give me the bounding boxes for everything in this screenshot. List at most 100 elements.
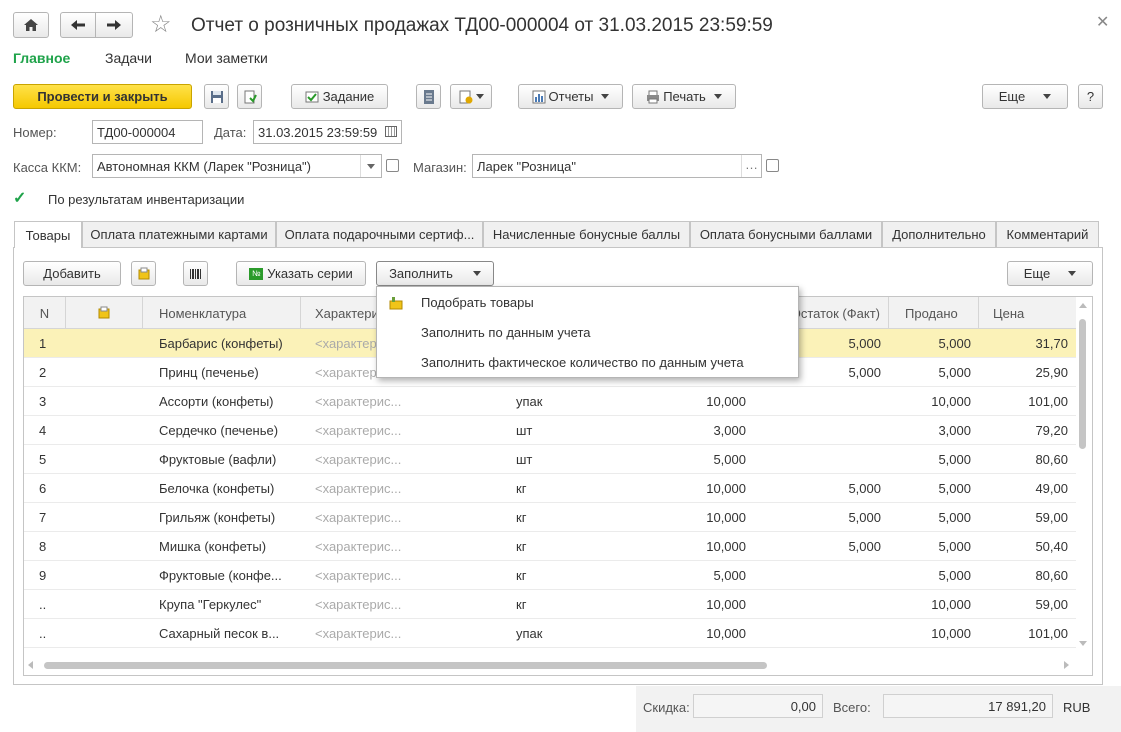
cell-unit[interactable]: кг [496,474,596,503]
cell-sold[interactable]: 5,000 [889,358,979,387]
cell-icon[interactable] [66,474,143,503]
back-button[interactable] [60,12,96,38]
cell-sold[interactable]: 10,000 [889,590,979,619]
cell-price[interactable]: 80,60 [979,561,1076,590]
number-field[interactable]: ТД00-000004 [92,120,203,144]
cell-n[interactable]: 1 [24,329,66,358]
cash-register-field[interactable]: Автономная ККМ (Ларек "Розница") [92,154,382,178]
table-row[interactable]: 7 Грильяж (конфеты) <характерис... кг 10,000… [24,503,1076,532]
more-actions-button[interactable]: Еще [982,84,1068,109]
menu-item-fill-from-accounting[interactable]: Заполнить по данным учета [377,318,798,347]
forward-button[interactable] [95,12,133,38]
tab-bonus-accrued[interactable]: Начисленные бонусные баллы [483,221,690,247]
cell-unit[interactable]: кг [496,532,596,561]
cell-sold[interactable]: 10,000 [889,619,979,648]
cell-icon[interactable] [66,503,143,532]
add-button[interactable]: Добавить [23,261,121,286]
cell-sold[interactable]: 3,000 [889,416,979,445]
cell-unit[interactable]: упак [496,619,596,648]
table-row[interactable]: 3 Ассорти (конфеты) <характерис... упак 10,0… [24,387,1076,416]
cell-fact[interactable] [754,387,889,416]
nav-tasks[interactable]: Задачи [105,50,152,66]
store-open-icon[interactable] [766,159,779,172]
reports-button[interactable]: Отчеты [518,84,623,109]
cell-qty[interactable]: 3,000 [596,416,754,445]
table-row[interactable]: 4 Сердечко (печенье) <характерис... шт 3,000… [24,416,1076,445]
scroll-up-icon[interactable] [1079,303,1087,308]
store-field[interactable]: Ларек "Розница" [472,154,762,178]
cell-price[interactable]: 50,40 [979,532,1076,561]
cell-fact[interactable] [754,445,889,474]
cell-sold[interactable]: 5,000 [889,445,979,474]
cell-icon[interactable] [66,358,143,387]
cell-item[interactable]: Принц (печенье) [143,358,301,387]
cell-n[interactable]: 5 [24,445,66,474]
cell-price[interactable]: 80,60 [979,445,1076,474]
nav-notes[interactable]: Мои заметки [185,50,268,66]
cell-sold[interactable]: 5,000 [889,561,979,590]
tab-additional[interactable]: Дополнительно [882,221,996,247]
cell-price[interactable]: 49,00 [979,474,1076,503]
cell-item[interactable]: Барбарис (конфеты) [143,329,301,358]
cell-icon[interactable] [66,445,143,474]
tab-bonus-payments[interactable]: Оплата бонусными баллами [690,221,882,247]
cell-n[interactable]: 4 [24,416,66,445]
cell-characteristic[interactable]: <характерис... [301,416,496,445]
fill-button[interactable]: Заполнить [376,261,494,286]
cell-fact[interactable]: 5,000 [754,503,889,532]
cell-characteristic[interactable]: <характерис... [301,503,496,532]
scroll-left-icon[interactable] [28,661,33,669]
cell-item[interactable]: Ассорти (конфеты) [143,387,301,416]
cell-qty[interactable]: 10,000 [596,590,754,619]
cell-qty[interactable]: 10,000 [596,619,754,648]
cell-item[interactable]: Грильяж (конфеты) [143,503,301,532]
cell-icon[interactable] [66,590,143,619]
cell-characteristic[interactable]: <характерис... [301,532,496,561]
cell-price[interactable]: 79,20 [979,416,1076,445]
specify-series-button[interactable]: № Указать серии [236,261,366,286]
cash-register-dropdown-icon[interactable] [360,155,381,177]
cell-fact[interactable] [754,416,889,445]
cell-fact[interactable]: 5,000 [754,532,889,561]
cell-n[interactable]: 6 [24,474,66,503]
print-button[interactable]: Печать [632,84,736,109]
cell-price[interactable]: 101,00 [979,619,1076,648]
scroll-down-icon[interactable] [1079,641,1087,646]
cell-price[interactable]: 59,00 [979,590,1076,619]
cell-unit[interactable]: шт [496,445,596,474]
cash-register-open-icon[interactable] [386,159,399,172]
cell-price[interactable]: 31,70 [979,329,1076,358]
cell-qty[interactable]: 5,000 [596,445,754,474]
cell-sold[interactable]: 5,000 [889,503,979,532]
table-row[interactable]: 5 Фруктовые (вафли) <характерис... шт 5,000 5… [24,445,1076,474]
create-based-on-button[interactable] [450,84,492,109]
cell-n[interactable]: 7 [24,503,66,532]
cell-n[interactable]: .. [24,619,66,648]
column-header-price[interactable]: Цена [979,297,1076,329]
table-row[interactable]: 9 Фруктовые (конфе... <характерис... кг 5,00… [24,561,1076,590]
cell-icon[interactable] [66,561,143,590]
cell-characteristic[interactable]: <характерис... [301,590,496,619]
menu-item-pick-goods[interactable]: Подобрать товары [377,288,798,317]
home-button[interactable] [13,12,49,38]
cell-price[interactable]: 101,00 [979,387,1076,416]
cell-fact[interactable] [754,590,889,619]
cell-item[interactable]: Фруктовые (конфе... [143,561,301,590]
vertical-scrollbar[interactable] [1079,319,1086,449]
cell-characteristic[interactable]: <характерис... [301,561,496,590]
cell-fact[interactable] [754,619,889,648]
cell-unit[interactable]: кг [496,561,596,590]
tab-goods[interactable]: Товары [14,221,82,248]
cell-qty[interactable]: 10,000 [596,532,754,561]
pick-button[interactable] [131,261,156,286]
cell-unit[interactable]: кг [496,590,596,619]
table-more-button[interactable]: Еще [1007,261,1093,286]
inventory-checkbox[interactable]: ✓ [13,191,29,207]
cell-qty[interactable]: 10,000 [596,474,754,503]
cell-icon[interactable] [66,619,143,648]
cell-icon[interactable] [66,532,143,561]
cell-icon[interactable] [66,329,143,358]
cell-characteristic[interactable]: <характерис... [301,445,496,474]
cell-characteristic[interactable]: <характерис... [301,387,496,416]
cell-icon[interactable] [66,416,143,445]
